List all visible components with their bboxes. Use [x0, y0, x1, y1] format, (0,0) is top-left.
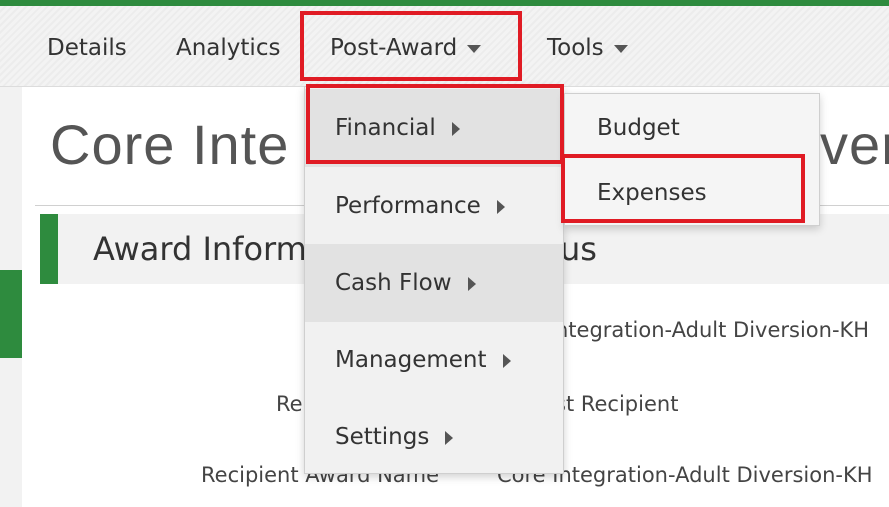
menu-item-financial[interactable]: Financial	[305, 89, 563, 167]
field-label-recipient: Re	[276, 392, 303, 416]
caret-right-icon	[445, 430, 454, 445]
nav-analytics-label: Analytics	[176, 35, 281, 61]
menu-item-cash-flow[interactable]: Cash Flow	[305, 244, 563, 322]
section-title-tail-text: us	[560, 230, 597, 268]
menu-item-cash-flow-label: Cash Flow	[335, 270, 452, 296]
page-title-tail: ver	[820, 112, 889, 177]
submenu-item-expenses[interactable]: Expenses	[565, 161, 819, 225]
page-title-tail-text: ver	[820, 113, 889, 176]
caret-right-icon	[502, 353, 511, 368]
top-nav-bar: Details Analytics Post-Award Tools	[0, 6, 889, 87]
nav-analytics[interactable]: Analytics	[176, 28, 280, 68]
section-title: Award Inform	[93, 230, 307, 268]
nav-tools[interactable]: Tools	[547, 28, 628, 68]
menu-item-settings-label: Settings	[335, 424, 430, 450]
nav-details[interactable]: Details	[47, 28, 127, 68]
financial-submenu: Budget Expenses	[564, 93, 820, 226]
menu-item-settings[interactable]: Settings	[305, 398, 563, 476]
submenu-item-budget-label: Budget	[597, 115, 680, 141]
nav-tools-label: Tools	[547, 35, 604, 61]
menu-item-performance-label: Performance	[335, 193, 481, 219]
post-award-dropdown-menu: Financial Performance Cash Flow Manageme…	[304, 86, 564, 474]
caret-right-icon	[496, 199, 505, 214]
menu-item-management[interactable]: Management	[305, 321, 563, 399]
caret-down-icon	[613, 44, 628, 53]
field-value-award-title: ntegration-Adult Diversion-KH	[555, 318, 870, 342]
submenu-item-expenses-label: Expenses	[597, 180, 707, 206]
menu-item-performance[interactable]: Performance	[305, 167, 563, 245]
caret-right-icon	[467, 276, 476, 291]
section-title-tail: us	[560, 230, 597, 268]
page-title-text: Core Inte	[50, 113, 290, 176]
nav-post-award[interactable]: Post-Award	[330, 28, 482, 68]
nav-details-label: Details	[47, 35, 127, 61]
page-title: Core Inte	[50, 112, 289, 177]
menu-item-management-label: Management	[335, 347, 487, 373]
section-accent-bar	[40, 214, 58, 284]
nav-post-award-label: Post-Award	[330, 35, 458, 61]
field-value-recipient: st Recipient	[555, 392, 679, 416]
left-sidebar-accent	[0, 270, 22, 358]
caret-down-icon	[467, 44, 482, 53]
caret-right-icon	[451, 121, 460, 136]
submenu-item-budget[interactable]: Budget	[565, 96, 819, 160]
section-title-text: Award Inform	[93, 230, 307, 268]
menu-item-financial-label: Financial	[335, 115, 436, 141]
